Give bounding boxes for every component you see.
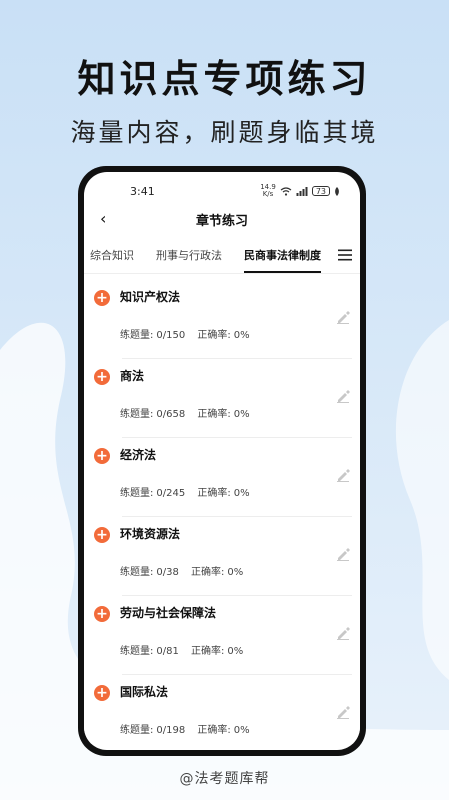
tab-criminal-administrative[interactable]: 刑事与行政法 bbox=[156, 247, 222, 263]
chapter-stats: 练题量: 0/38 正确率: 0% bbox=[120, 563, 246, 578]
count-label: 练题量: bbox=[120, 646, 154, 657]
accuracy-label: 正确率: bbox=[197, 725, 231, 736]
chapter-stats: 练题量: 0/81 正确率: 0% bbox=[120, 642, 246, 657]
chapter-stats: 练题量: 0/245 正确率: 0% bbox=[120, 484, 253, 499]
accuracy-value: 0% bbox=[233, 725, 250, 736]
plus-icon[interactable]: + bbox=[94, 527, 110, 543]
accuracy-value: 0% bbox=[227, 646, 244, 657]
chapter-title: 知识产权法 bbox=[120, 290, 181, 304]
status-bar: 3:41 14.9 K/s 73 bbox=[84, 172, 360, 202]
menu-icon[interactable] bbox=[338, 249, 352, 261]
back-icon[interactable]: ‹ bbox=[100, 210, 116, 228]
chapter-item[interactable]: + 知识产权法 练题量: 0/150 正确率: 0% bbox=[84, 280, 360, 359]
battery-icon: 73 bbox=[311, 186, 330, 196]
accuracy-label: 正确率: bbox=[197, 488, 231, 499]
count-value: 0/198 bbox=[156, 725, 186, 736]
phone-mockup: 3:41 14.9 K/s 73 ‹ 章节练习 综合知识 刑事与行政法 民商事法… bbox=[78, 166, 366, 756]
count-value: 0/245 bbox=[156, 488, 186, 499]
chapter-stats: 练题量: 0/150 正确率: 0% bbox=[120, 326, 253, 341]
accuracy-label: 正确率: bbox=[191, 646, 225, 657]
tab-general-knowledge[interactable]: 综合知识 bbox=[90, 247, 134, 263]
count-value: 0/38 bbox=[156, 567, 179, 578]
edit-icon[interactable] bbox=[336, 389, 350, 403]
chapter-list: + 知识产权法 练题量:0/150 正确率:0% + 商法 练题量:0/6 bbox=[84, 274, 360, 744]
plus-icon[interactable]: + bbox=[94, 369, 110, 385]
accuracy-value: 0% bbox=[227, 567, 244, 578]
plus-icon[interactable]: + bbox=[94, 606, 110, 622]
chapter-item[interactable]: + 经济法 练题量: 0/245 正确率: 0% bbox=[84, 438, 360, 517]
count-label: 练题量: bbox=[120, 725, 154, 736]
accuracy-label: 正确率: bbox=[191, 567, 225, 578]
tab-civil-commercial[interactable]: 民商事法律制度 bbox=[244, 247, 321, 273]
page-title: 章节练习 bbox=[195, 213, 248, 229]
chapter-item[interactable]: + 劳动与社会保障法 练题量: 0/81 正确率: 0% bbox=[84, 596, 360, 675]
signal-icon bbox=[296, 186, 308, 196]
wifi-icon bbox=[280, 186, 292, 196]
chapter-item[interactable]: + 环境资源法 练题量: 0/38 正确率: 0% bbox=[84, 517, 360, 596]
edit-icon[interactable] bbox=[336, 705, 350, 719]
accuracy-value: 0% bbox=[233, 488, 250, 499]
network-speed: 14.9 K/s bbox=[260, 184, 276, 198]
chapter-title: 环境资源法 bbox=[120, 527, 181, 541]
status-time: 3:41 bbox=[130, 184, 155, 198]
chapter-title: 商法 bbox=[120, 369, 145, 383]
brand-watermark: @法考题库帮 bbox=[179, 771, 270, 787]
accuracy-label: 正确率: bbox=[197, 330, 231, 341]
edit-icon[interactable] bbox=[336, 547, 350, 561]
count-label: 练题量: bbox=[120, 330, 154, 341]
accuracy-label: 正确率: bbox=[197, 409, 231, 420]
edit-icon[interactable] bbox=[336, 310, 350, 324]
network-speed-unit: K/s bbox=[262, 190, 274, 198]
chapter-stats: 练题量: 0/198 正确率: 0% bbox=[120, 721, 253, 736]
chapter-title: 劳动与社会保障法 bbox=[120, 606, 217, 620]
chapter-title: 经济法 bbox=[120, 448, 157, 462]
promo-subline: 海量内容，刷题身临其境 bbox=[70, 118, 379, 147]
count-value: 0/150 bbox=[156, 330, 186, 341]
nav-bar: ‹ 章节练习 bbox=[84, 202, 360, 236]
count-value: 0/658 bbox=[156, 409, 186, 420]
plus-icon[interactable]: + bbox=[94, 685, 110, 701]
status-icons: 14.9 K/s 73 bbox=[260, 184, 340, 198]
chapter-item[interactable]: + 国际私法 练题量: 0/198 正确率: 0% bbox=[84, 675, 360, 750]
leaf-icon bbox=[335, 186, 339, 196]
edit-icon[interactable] bbox=[336, 468, 350, 482]
phone-screen: 3:41 14.9 K/s 73 ‹ 章节练习 综合知识 刑事与行政法 民商事法… bbox=[84, 172, 360, 750]
plus-icon[interactable]: + bbox=[94, 448, 110, 464]
count-label: 练题量: bbox=[120, 488, 154, 499]
count-label: 练题量: bbox=[120, 567, 154, 578]
count-label: 练题量: bbox=[120, 409, 154, 420]
accuracy-value: 0% bbox=[233, 330, 250, 341]
promo-headline: 知识点专项练习 bbox=[77, 57, 372, 101]
category-tabs: 综合知识 刑事与行政法 民商事法律制度 bbox=[84, 236, 360, 274]
edit-icon[interactable] bbox=[336, 626, 350, 640]
chapter-title: 国际私法 bbox=[120, 685, 169, 699]
plus-icon[interactable]: + bbox=[94, 290, 110, 306]
accuracy-value: 0% bbox=[233, 409, 250, 420]
count-value: 0/81 bbox=[156, 646, 179, 657]
chapter-item[interactable]: + 商法 练题量: 0/658 正确率: 0% bbox=[84, 359, 360, 438]
chapter-stats: 练题量: 0/658 正确率: 0% bbox=[120, 405, 253, 420]
